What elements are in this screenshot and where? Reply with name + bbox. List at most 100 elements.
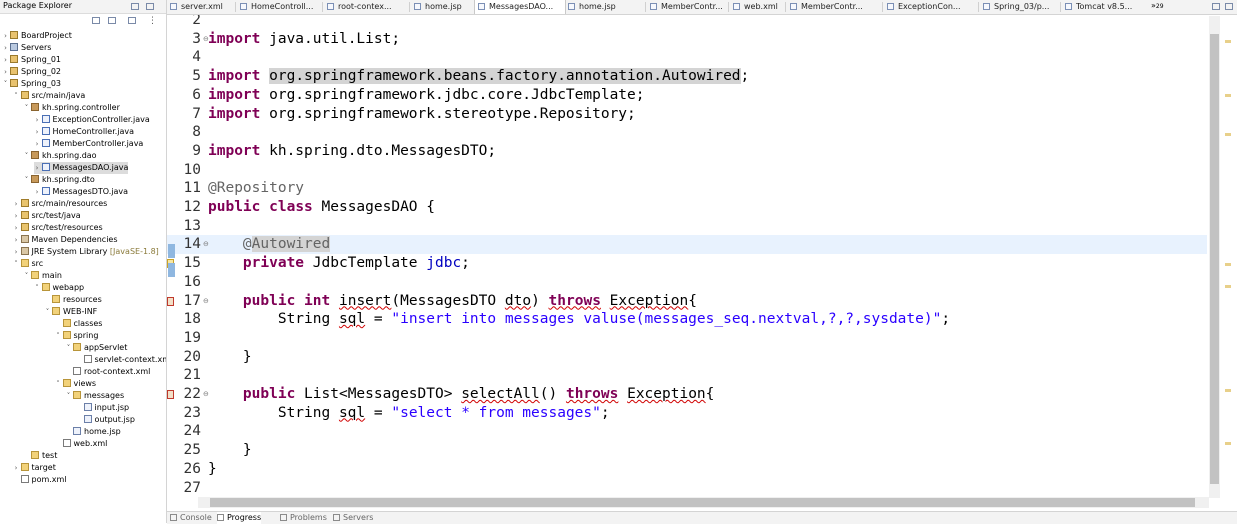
tree-item[interactable]: › HomeController.java xyxy=(34,126,134,138)
code-line[interactable]: 19 xyxy=(174,329,1214,348)
chevron-down-icon[interactable]: ˅ xyxy=(65,390,72,402)
tree-item[interactable]: › src/test/resources xyxy=(13,222,103,234)
tree-item[interactable]: ˅ Spring_03 xyxy=(2,78,61,90)
editor-tab[interactable]: MemberContr... xyxy=(787,0,882,14)
editor-tab[interactable]: home.jsp xyxy=(411,0,472,14)
tree-item[interactable]: › src/test/java xyxy=(13,210,81,222)
code-line[interactable]: 24 xyxy=(174,422,1214,441)
chevron-down-icon[interactable]: ˅ xyxy=(2,78,9,90)
chevron-right-icon[interactable]: › xyxy=(2,54,9,66)
chevron-down-icon[interactable]: ˅ xyxy=(44,306,51,318)
code-line[interactable]: 21 xyxy=(174,366,1214,385)
code-line[interactable]: 26} xyxy=(174,460,1214,479)
code-line[interactable]: 10 xyxy=(174,161,1214,180)
editor-tab[interactable]: MemberContr... xyxy=(647,0,728,14)
code-line[interactable]: 9 import kh.spring.dto.MessagesDTO; xyxy=(174,142,1214,161)
overview-marker[interactable] xyxy=(1225,285,1231,288)
package-explorer-title[interactable]: Package Explorer xyxy=(3,1,72,10)
editor-tab[interactable]: home.jsp xyxy=(565,0,645,14)
editor-maximize-icon[interactable] xyxy=(1225,3,1233,10)
chevron-down-icon[interactable]: ˅ xyxy=(23,270,30,282)
tree-item[interactable]: web.xml xyxy=(55,438,107,450)
tree-item[interactable]: › Servers xyxy=(2,42,51,54)
code-line[interactable]: 22 ⊖ public List<MessagesDTO> selectAll()… xyxy=(167,385,1214,404)
code-line[interactable]: 2 xyxy=(174,15,1214,30)
tree-item[interactable]: › ExceptionController.java xyxy=(34,114,150,126)
chevron-right-icon[interactable]: › xyxy=(34,138,41,150)
bottom-tab[interactable]: Progress xyxy=(217,512,262,524)
tree-item[interactable]: ˅ WEB-INF xyxy=(44,306,97,318)
code-line[interactable]: 14 ⊖ @Autowired xyxy=(174,235,1214,254)
code-line[interactable]: 18 String sql = "insert into messages va… xyxy=(174,310,1214,329)
code-line[interactable]: 23 String sql = "select * from messages"… xyxy=(174,404,1214,423)
editor-tab[interactable]: Tomcat v8.5... xyxy=(1062,0,1142,14)
tree-item[interactable]: ˅ appServlet xyxy=(65,342,127,354)
code-line[interactable]: 4 xyxy=(174,48,1214,67)
tree-item[interactable]: › JRE System Library [JavaSE-1.8] xyxy=(13,246,159,258)
tree-item[interactable]: ˅ kh.spring.controller xyxy=(23,102,120,114)
chevron-right-icon[interactable]: › xyxy=(34,114,41,126)
code-line[interactable]: 11 @Repository xyxy=(174,179,1214,198)
overview-marker[interactable] xyxy=(1225,40,1231,43)
code-editor[interactable]: 2 3 ⊖ import java.util.List; 4 5 import org.sp… xyxy=(167,15,1237,510)
overview-marker[interactable] xyxy=(1225,133,1231,136)
code-line[interactable]: 15 private JdbcTemplate jdbc; xyxy=(167,254,1214,273)
code-line[interactable]: 13 xyxy=(174,217,1214,236)
code-line[interactable]: 7 import org.springframework.stereotype.R… xyxy=(174,105,1214,124)
tree-item[interactable]: › Spring_01 xyxy=(2,54,61,66)
bottom-tab[interactable]: Servers xyxy=(333,512,373,524)
horizontal-scrollbar-thumb[interactable] xyxy=(210,498,1195,507)
chevron-down-icon[interactable]: ˅ xyxy=(23,150,30,162)
chevron-right-icon[interactable]: › xyxy=(2,66,9,78)
tree-item[interactable]: ˅ views xyxy=(55,378,96,390)
code-line[interactable]: 16 xyxy=(174,273,1214,292)
overview-marker[interactable] xyxy=(1225,263,1231,266)
overview-marker[interactable] xyxy=(1225,389,1231,392)
chevron-right-icon[interactable]: › xyxy=(13,234,20,246)
chevron-right-icon[interactable]: › xyxy=(13,246,20,258)
tree-item[interactable]: pom.xml xyxy=(13,474,67,486)
editor-tab[interactable]: MessagesDAO... xyxy=(474,0,566,14)
chevron-right-icon[interactable]: › xyxy=(13,222,20,234)
tree-item[interactable]: › MessagesDAO.java xyxy=(33,162,129,174)
code-line[interactable]: 5 import org.springframework.beans.factor… xyxy=(174,67,1214,86)
tree-item[interactable]: ˅ webapp xyxy=(34,282,84,294)
chevron-down-icon[interactable]: ˅ xyxy=(23,174,30,186)
editor-tab[interactable]: root-contex... xyxy=(324,0,409,14)
tree-item[interactable]: ˅ kh.spring.dao xyxy=(23,150,97,162)
vertical-scrollbar-thumb[interactable] xyxy=(1210,34,1219,484)
minimize-icon[interactable] xyxy=(131,3,139,10)
editor-tab[interactable]: web.xml xyxy=(730,0,785,14)
tree-item[interactable]: ˅ spring xyxy=(55,330,98,342)
chevron-right-icon[interactable]: › xyxy=(34,186,41,198)
tree-item[interactable]: classes xyxy=(55,318,102,330)
code-line[interactable]: 6 import org.springframework.jdbc.core.Jd… xyxy=(174,86,1214,105)
view-menu-icon[interactable]: ⋮ xyxy=(148,16,157,26)
chevron-right-icon[interactable]: › xyxy=(13,198,20,210)
bottom-tab[interactable]: Problems xyxy=(280,512,327,524)
chevron-down-icon[interactable]: ˅ xyxy=(55,378,62,390)
tree-item[interactable]: resources xyxy=(44,294,102,306)
code-line[interactable]: 20 } xyxy=(174,348,1214,367)
tree-item[interactable]: › src/main/resources xyxy=(13,198,107,210)
chevron-down-icon[interactable]: ˅ xyxy=(13,90,20,102)
overview-marker[interactable] xyxy=(1225,442,1231,445)
tree-item[interactable]: output.jsp xyxy=(76,414,135,426)
tree-item[interactable]: › Maven Dependencies xyxy=(13,234,118,246)
code-line[interactable]: 12 public class MessagesDAO { xyxy=(174,198,1214,217)
chevron-down-icon[interactable]: ˅ xyxy=(13,258,20,270)
chevron-down-icon[interactable]: ˅ xyxy=(34,282,41,294)
editor-tab[interactable]: HomeControll... xyxy=(237,0,322,14)
code-line[interactable]: 17 ⊖ public int insert(MessagesDTO dto) t… xyxy=(167,292,1214,311)
tree-item[interactable]: › MessagesDTO.java xyxy=(34,186,128,198)
tree-item[interactable]: ˅ src xyxy=(13,258,43,270)
overview-ruler[interactable] xyxy=(1221,16,1237,496)
chevron-right-icon[interactable]: › xyxy=(13,462,20,474)
tree-item[interactable]: root-context.xml xyxy=(65,366,150,378)
overview-marker[interactable] xyxy=(1225,94,1231,97)
code-line[interactable]: 8 xyxy=(174,123,1214,142)
tab-overflow-button[interactable]: »29 xyxy=(1151,1,1164,10)
tree-item[interactable]: input.jsp xyxy=(76,402,129,414)
chevron-right-icon[interactable]: › xyxy=(34,126,41,138)
code-line[interactable]: 27 xyxy=(174,479,1214,498)
